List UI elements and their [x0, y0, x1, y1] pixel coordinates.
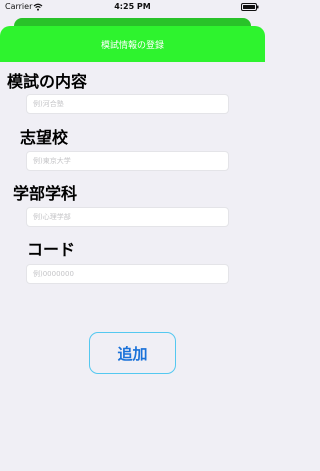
faculty-input[interactable] [26, 207, 229, 227]
target-school-label: 志望校 [20, 128, 69, 147]
faculty-label: 学部学科 [13, 184, 78, 203]
code-label: コード [27, 240, 76, 259]
page-title: 模試情報の登録 [100, 41, 164, 51]
nav-header: 模試情報の登録 [0, 26, 265, 62]
target-school-input[interactable] [26, 151, 229, 171]
exam-name-label: 模試の内容 [7, 72, 88, 91]
status-time: 4:25 PM [114, 2, 151, 11]
battery-icon [241, 3, 259, 13]
exam-name-input[interactable] [26, 94, 229, 114]
code-input[interactable] [26, 264, 229, 284]
add-button[interactable]: 追加 [89, 332, 176, 374]
status-bar: Carrier 4:25 PM [0, 0, 265, 16]
